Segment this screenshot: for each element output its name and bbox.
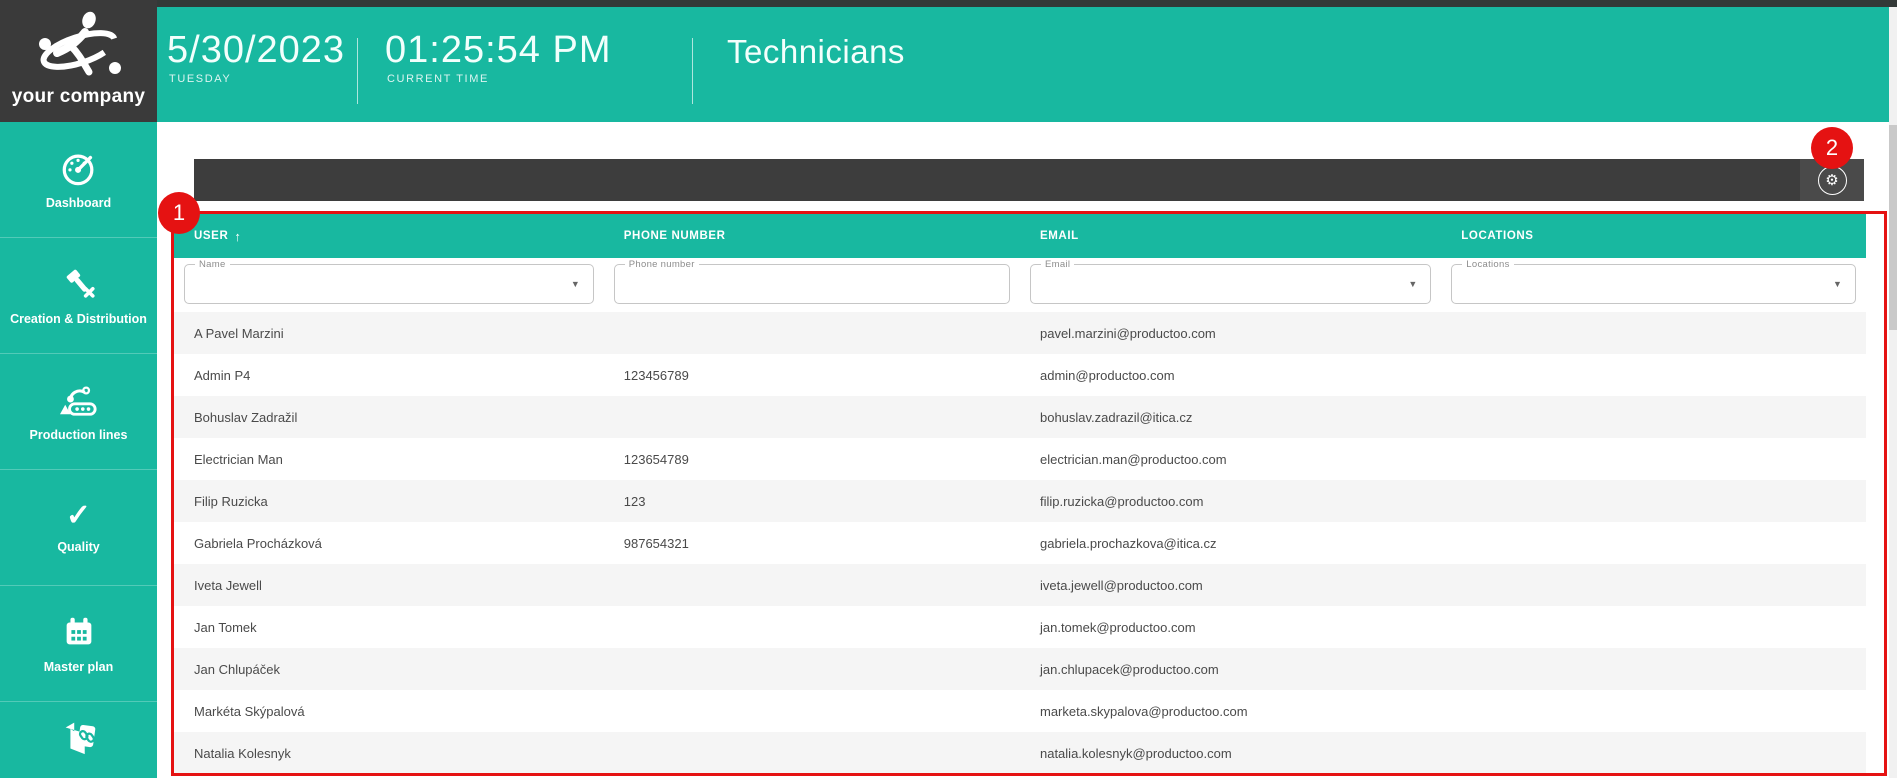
table-filter-row: Name ▼ Phone number Email ▼ Locations ▼ <box>174 258 1866 312</box>
app-header: 5/30/2023 TUESDAY 01:25:54 PM CURRENT TI… <box>157 7 1897 122</box>
calendar-icon <box>66 617 91 645</box>
scrollbar-thumb[interactable] <box>1889 125 1897 330</box>
header-date-label: TUESDAY <box>169 73 232 85</box>
handbook-icon <box>65 722 95 755</box>
header-time-label: CURRENT TIME <box>387 73 489 85</box>
filter-phone-input[interactable]: Phone number <box>613 259 1010 304</box>
sidebar-item-label: Creation & Distribution <box>10 311 147 326</box>
table-row[interactable]: A Pavel Marzini pavel.marzini@productoo.… <box>174 312 1866 354</box>
table-row[interactable]: Gabriela Procházková 987654321 gabriela.… <box>174 522 1866 564</box>
table-row[interactable]: Natalia Kolesnyk natalia.kolesnyk@produc… <box>174 732 1866 774</box>
sidebar-item-creation-distribution[interactable]: Creation & Distribution <box>0 238 157 354</box>
header-date: 5/30/2023 <box>167 29 346 71</box>
filter-email-label: Email <box>1040 259 1075 270</box>
sidebar-item-quality[interactable]: ✓ Quality <box>0 470 157 586</box>
table-toolbar: ⚙ <box>194 159 1864 201</box>
table-row[interactable]: Jan Tomek jan.tomek@productoo.com <box>174 606 1866 648</box>
sidebar-item-label: Master plan <box>43 659 114 674</box>
page-title: Technicians <box>727 33 905 70</box>
header-time: 01:25:54 PM <box>385 29 612 71</box>
window-top-strip <box>0 0 1897 7</box>
technicians-table: USER ↑ PHONE NUMBER EMAIL LOCATIONS Name… <box>174 214 1866 774</box>
logo-figure-icon <box>38 11 121 76</box>
sort-asc-icon: ↑ <box>234 228 242 244</box>
chevron-down-icon[interactable]: ▼ <box>1833 279 1842 289</box>
table-row[interactable]: Filip Ruzicka 123 filip.ruzicka@producto… <box>174 480 1866 522</box>
sidebar-item-dashboard[interactable]: Dashboard <box>0 122 157 238</box>
gauge-icon <box>62 154 93 186</box>
sidebar-nav: Dashboard Creation & Distribution Produc… <box>0 122 157 778</box>
filter-phone-label: Phone number <box>624 259 699 270</box>
annotation-badge-1: 1 <box>158 192 200 234</box>
filter-email-select[interactable]: Email ▼ <box>1029 259 1432 304</box>
sidebar-item-label: Quality <box>57 539 100 554</box>
sidebar-item-master-plan[interactable]: Master plan <box>0 586 157 702</box>
filter-name-select[interactable]: Name ▼ <box>184 259 594 304</box>
logo-text: your company <box>11 86 146 107</box>
scrollbar-track[interactable] <box>1889 7 1897 778</box>
table-row[interactable]: Jan Chlupáček jan.chlupacek@productoo.co… <box>174 648 1866 690</box>
column-header-user[interactable]: USER ↑ <box>174 214 604 258</box>
sidebar-item-handbook[interactable] <box>0 702 157 776</box>
chevron-down-icon[interactable]: ▼ <box>1408 279 1417 289</box>
column-header-phone[interactable]: PHONE NUMBER <box>604 214 1020 258</box>
table-row[interactable]: Iveta Jewell iveta.jewell@productoo.com <box>174 564 1866 606</box>
table-row[interactable]: Markéta Skýpalová marketa.skypalova@prod… <box>174 690 1866 732</box>
table-row[interactable]: Electrician Man 123654789 electrician.ma… <box>174 438 1866 480</box>
sidebar-item-production-lines[interactable]: Production lines <box>0 354 157 470</box>
chevron-down-icon[interactable]: ▼ <box>571 279 580 289</box>
filter-locations-select[interactable]: Locations ▼ <box>1451 259 1856 304</box>
table-header-row: USER ↑ PHONE NUMBER EMAIL LOCATIONS <box>174 214 1866 258</box>
filter-name-label: Name <box>195 259 230 270</box>
sidebar-item-label: Production lines <box>29 427 128 442</box>
gear-icon: ⚙ <box>1817 165 1847 195</box>
column-header-locations[interactable]: LOCATIONS <box>1441 214 1866 258</box>
header-divider <box>357 38 358 104</box>
company-logo: your company <box>0 0 157 122</box>
column-header-email[interactable]: EMAIL <box>1020 214 1441 258</box>
table-row[interactable]: Bohuslav Zadražil bohuslav.zadrazil@itic… <box>174 396 1866 438</box>
table-row[interactable]: Admin P4 123456789 admin@productoo.com <box>174 354 1866 396</box>
header-divider <box>692 38 693 104</box>
robot-arm-icon <box>59 386 97 416</box>
checkmark-icon: ✓ <box>65 498 92 532</box>
filter-locations-label: Locations <box>1462 259 1514 270</box>
sidebar-item-label: Dashboard <box>45 195 112 210</box>
annotation-badge-2: 2 <box>1811 127 1853 169</box>
tools-icon <box>66 269 95 298</box>
